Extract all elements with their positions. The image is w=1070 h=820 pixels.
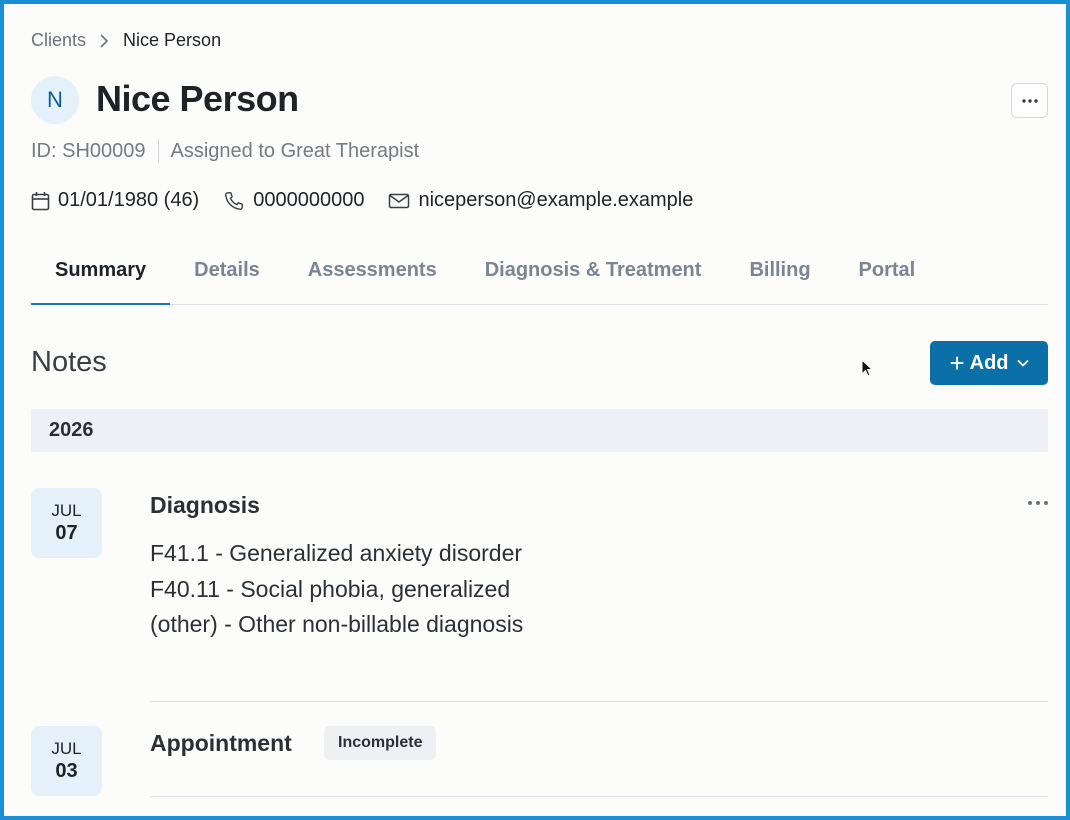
client-meta: ID: SH00009 Assigned to Great Therapist <box>31 139 419 163</box>
breadcrumb-current: Nice Person <box>123 30 222 50</box>
notes-heading: Notes <box>31 346 107 378</box>
contact-row: 01/01/1980 (46) 0000000000 niceperson@ex… <box>31 189 717 212</box>
tab-bar: Summary Details Assessments Diagnosis & … <box>31 252 1048 305</box>
dob-text: 01/01/1980 (46) <box>58 189 200 211</box>
tab-summary[interactable]: Summary <box>31 252 171 305</box>
ellipsis-icon <box>1021 98 1038 103</box>
tab-diagnosis-treatment[interactable]: Diagnosis & Treatment <box>461 252 726 304</box>
mail-icon <box>389 193 410 208</box>
divider <box>157 139 159 163</box>
phone-item: 0000000000 <box>223 189 364 212</box>
note-title[interactable]: Diagnosis <box>150 492 260 519</box>
status-badge: Incomplete <box>324 726 437 760</box>
phone-icon <box>225 191 244 210</box>
email-text[interactable]: niceperson@example.example <box>418 189 693 212</box>
breadcrumb: Clients Nice Person <box>31 30 221 51</box>
app-window: Clients Nice Person N Nice Person ID: SH… <box>0 0 1070 820</box>
dob-item: 01/01/1980 (46) <box>31 189 199 212</box>
date-chip: JUL 03 <box>31 726 102 796</box>
add-label: Add <box>969 351 1009 374</box>
diagnosis-list: F41.1 - Generalized anxiety disorder F40… <box>150 536 523 643</box>
note-title[interactable]: Appointment <box>150 730 292 757</box>
client-id: ID: SH00009 <box>31 139 146 162</box>
note-options-icon[interactable] <box>1028 499 1048 507</box>
year-group-header: 2026 <box>31 409 1048 452</box>
plus-icon: + <box>949 348 965 378</box>
date-month: JUL <box>51 501 82 520</box>
add-note-button[interactable]: + Add <box>930 341 1048 385</box>
breadcrumb-clients-link[interactable]: Clients <box>31 30 86 51</box>
phone-text[interactable]: 0000000000 <box>253 189 364 212</box>
calendar-icon <box>31 191 50 210</box>
diagnosis-line: F40.11 - Social phobia, generalized <box>150 575 511 602</box>
tab-portal[interactable]: Portal <box>835 252 940 304</box>
assigned-therapist: Assigned to Great Therapist <box>170 139 420 162</box>
email-item: niceperson@example.example <box>388 189 693 212</box>
chevron-right-icon <box>99 33 109 48</box>
date-day: 07 <box>55 522 78 544</box>
divider <box>150 796 1048 797</box>
diagnosis-line: (other) - Other non-billable diagnosis <box>150 611 524 637</box>
divider <box>150 701 1048 702</box>
chevron-down-icon <box>1016 359 1029 367</box>
mouse-cursor-icon <box>861 358 874 382</box>
tab-details[interactable]: Details <box>170 252 284 304</box>
tab-assessments[interactable]: Assessments <box>284 252 461 304</box>
more-options-button[interactable] <box>1011 83 1048 118</box>
date-day: 03 <box>55 760 78 782</box>
date-chip: JUL 07 <box>31 488 102 558</box>
page-title: Nice Person <box>96 78 299 119</box>
diagnosis-line: F41.1 - Generalized anxiety disorder <box>150 540 523 566</box>
tab-billing[interactable]: Billing <box>725 252 834 304</box>
date-month: JUL <box>51 739 82 758</box>
avatar: N <box>31 76 79 124</box>
